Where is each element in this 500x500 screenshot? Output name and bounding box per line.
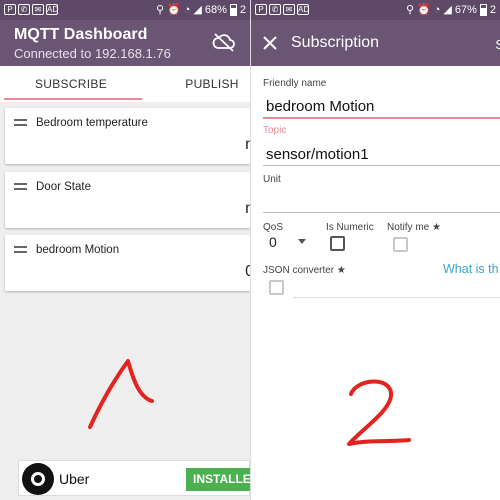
friendly-name-field[interactable]: bedroom Motion xyxy=(266,98,374,115)
topic-field[interactable]: sensor/motion1 xyxy=(266,146,369,163)
whatsapp-icon: ✆ xyxy=(18,4,30,15)
clock-time: 2 xyxy=(489,3,496,16)
friendly-name-label: Friendly name xyxy=(263,78,327,89)
active-tab-indicator xyxy=(4,98,142,100)
notification-p-icon: P xyxy=(4,4,16,15)
clock-time: 2 xyxy=(239,3,246,16)
card-label: bedroom Motion xyxy=(36,244,120,256)
help-link[interactable]: What is th xyxy=(443,262,499,276)
alarm-icon: ⏰ xyxy=(417,4,431,16)
is-numeric-checkbox[interactable] xyxy=(330,236,345,251)
unit-underline xyxy=(263,212,500,213)
signal-icon: ◢ xyxy=(443,4,452,16)
drag-handle-icon[interactable] xyxy=(14,183,27,193)
close-icon[interactable] xyxy=(263,36,277,50)
ad-app-name: Uber xyxy=(59,471,90,487)
mail-icon: ✉ xyxy=(283,4,295,15)
save-button[interactable]: S xyxy=(495,37,500,52)
notification-p-icon: P xyxy=(255,4,267,15)
drag-handle-icon[interactable] xyxy=(14,119,27,129)
subscription-screen: P ✆ ✉ AD ⚲ ⏰ ◔ ◢ 67% 2 Subscription S Fr… xyxy=(251,0,500,500)
install-button[interactable]: INSTALLED xyxy=(186,468,250,491)
app-toolbar: Subscription S xyxy=(251,20,500,66)
topic-underline xyxy=(263,165,500,166)
topic-label: Topic xyxy=(263,125,287,136)
subscription-card[interactable]: Bedroom temperature n xyxy=(5,108,250,164)
chevron-down-icon[interactable] xyxy=(298,239,306,244)
status-bar: P ✆ ✉ AD ⚲ ⏰ ◔ ◢ 68% 2 xyxy=(0,0,250,20)
annotation-number-2: 2 xyxy=(347,379,411,446)
app-title: MQTT Dashboard xyxy=(14,26,148,43)
battery-text: 67% xyxy=(454,3,477,16)
json-converter-underline xyxy=(293,297,500,298)
alarm-icon: ⏰ xyxy=(167,4,181,16)
app-toolbar: MQTT Dashboard Connected to 192.168.1.76 xyxy=(0,20,250,66)
ad-banner[interactable]: Uber INSTALLED xyxy=(18,460,250,496)
friendly-name-underline xyxy=(263,117,500,119)
status-bar: P ✆ ✉ AD ⚲ ⏰ ◔ ◢ 67% 2 xyxy=(251,0,500,20)
signal-icon: ◢ xyxy=(193,4,202,16)
qos-label: QoS xyxy=(263,222,284,233)
ad-icon: AD xyxy=(46,4,59,15)
drag-handle-icon[interactable] xyxy=(14,246,27,256)
location-icon: ⚲ xyxy=(405,4,415,16)
card-label: Bedroom temperature xyxy=(36,117,148,129)
mail-icon: ✉ xyxy=(32,4,44,15)
subscription-card[interactable]: Door State n xyxy=(5,172,250,228)
ad-icon: AD xyxy=(297,4,310,15)
json-converter-checkbox[interactable] xyxy=(269,280,284,295)
annotation-number-1: 1 xyxy=(88,359,154,429)
subscription-card[interactable]: bedroom Motion 0 xyxy=(5,235,250,291)
battery-icon xyxy=(479,3,487,16)
json-converter-label: JSON converter ★ xyxy=(263,265,346,276)
wifi-icon: ◔ xyxy=(433,3,441,16)
battery-icon xyxy=(229,3,237,16)
qos-select[interactable]: 0 xyxy=(269,234,277,250)
tab-bar: SUBSCRIBE PUBLISH xyxy=(0,66,250,102)
screen-title: Subscription xyxy=(291,34,380,51)
notify-me-label: Notify me ★ xyxy=(387,222,441,233)
notify-me-checkbox[interactable] xyxy=(393,237,408,252)
connection-status: Connected to 192.168.1.76 xyxy=(14,46,171,61)
uber-logo-icon xyxy=(22,463,54,495)
tab-subscribe[interactable]: SUBSCRIBE xyxy=(0,66,142,102)
location-icon: ⚲ xyxy=(155,4,165,16)
whatsapp-icon: ✆ xyxy=(269,4,281,15)
dashboard-screen: P ✆ ✉ AD ⚲ ⏰ ◔ ◢ 68% 2 MQTT Dashboard Co… xyxy=(0,0,250,500)
cloud-off-icon[interactable] xyxy=(212,32,236,52)
battery-text: 68% xyxy=(204,3,227,16)
tab-publish[interactable]: PUBLISH xyxy=(142,66,250,102)
wifi-icon: ◔ xyxy=(183,3,191,16)
is-numeric-label: Is Numeric xyxy=(326,222,374,233)
unit-label: Unit xyxy=(263,174,281,185)
card-label: Door State xyxy=(36,181,91,193)
